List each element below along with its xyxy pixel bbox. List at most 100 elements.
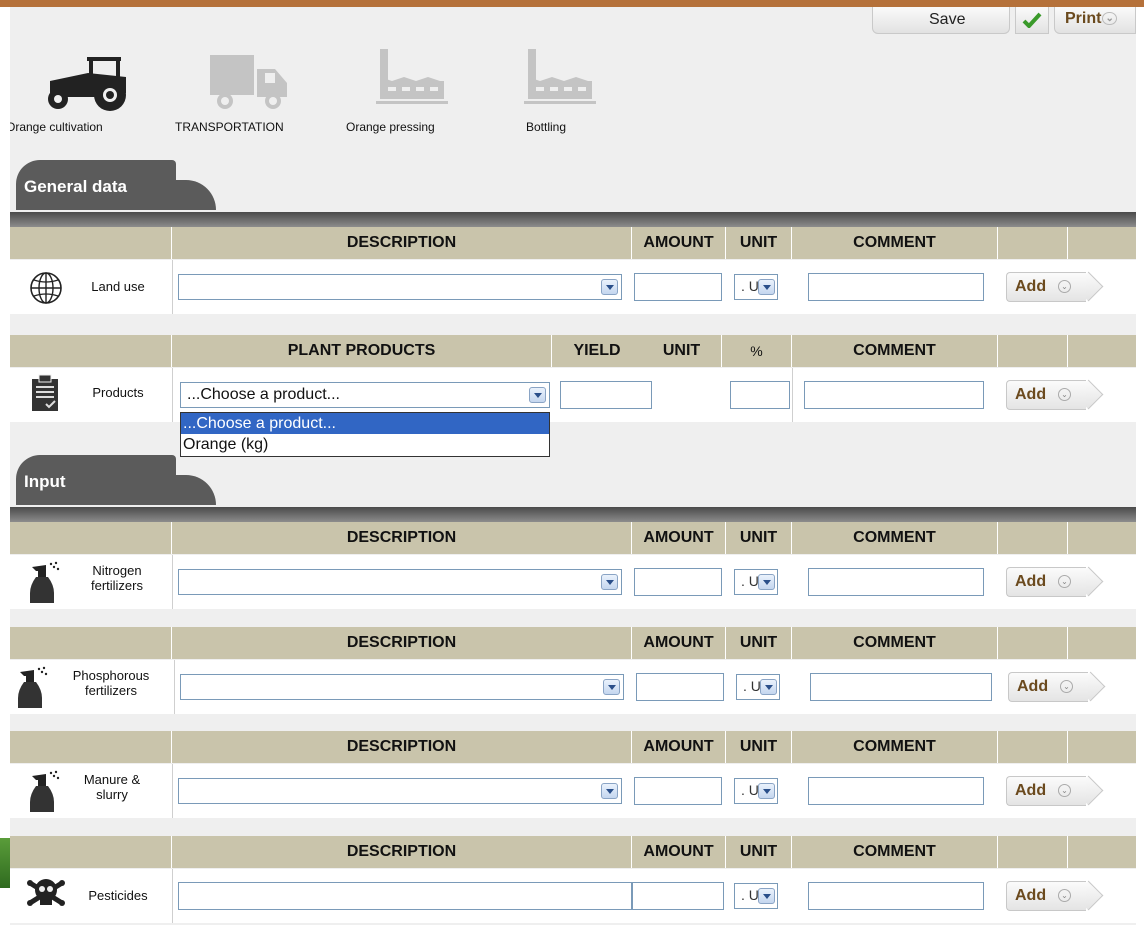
header-blank [10,335,172,367]
phosphorous-comment-input[interactable] [810,673,992,701]
unit-value: . U [741,782,759,798]
manure-description-select[interactable] [178,778,622,804]
stage-label: TRANSPORTATION [175,120,284,134]
header-comment: COMMENT [792,522,998,554]
divider [174,660,175,714]
header-amount: AMOUNT [632,227,726,259]
table-header: DESCRIPTION AMOUNT UNIT COMMENT [10,627,1136,659]
print-label: Print [1065,10,1102,27]
header-amount: AMOUNT [632,731,726,763]
nitrogen-comment-input[interactable] [808,568,984,596]
save-button[interactable]: Save [872,7,1010,34]
unit-value: . U [741,278,759,294]
pesticides-unit-select[interactable]: . U [734,883,778,909]
phosphorous-amount-input[interactable] [636,673,724,701]
dropdown-option[interactable]: Orange (kg) [181,434,549,455]
header-unit: UNIT [726,227,792,259]
chevron-down-icon [758,574,775,590]
stage-transportation[interactable]: TRANSPORTATION [175,47,345,147]
land-use-description-select[interactable] [178,274,622,300]
header-blank [1068,836,1136,868]
pesticides-description-input[interactable] [178,882,632,910]
header-blank [998,227,1068,259]
divider [172,555,173,609]
header-unit: UNIT [726,627,792,659]
table-row: Nitrogen fertilizers . U Add ⌄ [10,555,1136,609]
chevron-down-icon [758,888,775,904]
land-use-unit-select[interactable]: . U [734,274,778,300]
tab-label: General data [24,177,127,196]
land-use-amount-input[interactable] [634,273,722,301]
manure-amount-input[interactable] [634,777,722,805]
products-comment-input[interactable] [804,381,984,409]
chevron-down-icon [601,783,618,799]
stage-label: Orange cultivation [10,120,103,134]
stage-orange-pressing[interactable]: Orange pressing [346,47,486,147]
right-margin [1136,7,1144,925]
chevron-down-icon: ⌄ [1102,12,1117,25]
print-button[interactable]: Print ⌄ [1054,7,1136,34]
header-yield: YIELD [573,342,621,359]
header-comment: COMMENT [792,731,998,763]
phosphorous-add-button[interactable]: Add ⌄ [1008,671,1106,702]
table-row: Products ...Choose a product... Add ⌄ [10,368,1136,422]
tractor-icon [48,57,126,111]
header-description: DESCRIPTION [172,836,632,868]
pesticides-comment-input[interactable] [808,882,984,910]
manure-add-button[interactable]: Add ⌄ [1006,775,1104,806]
land-use-comment-input[interactable] [808,273,984,301]
confirm-check-button[interactable] [1015,7,1049,34]
form-page: Save Print ⌄ Orange cultivation TRANSPOR… [10,7,1136,925]
nitrogen-description-select[interactable] [178,569,622,595]
globe-icon [30,272,62,304]
truck-icon [210,55,287,109]
table-row: Land use . U Add ⌄ [10,260,1136,314]
stage-label: Orange pressing [346,120,435,134]
divider [172,764,173,818]
phosphorous-unit-select[interactable]: . U [736,674,780,700]
header-amount: AMOUNT [632,836,726,868]
stage-bottling[interactable]: Bottling [510,47,620,147]
chevron-down-icon [603,679,620,695]
nitrogen-amount-input[interactable] [634,568,722,596]
tab-general-data[interactable]: General data [16,160,216,210]
add-label: Add [1006,272,1086,302]
land-use-add-button[interactable]: Add ⌄ [1006,271,1104,302]
divider [172,260,173,314]
product-select[interactable]: ...Choose a product... [180,382,550,408]
label-line: fertilizers [90,578,143,593]
row-label: Products [16,374,166,416]
check-icon [1022,12,1042,28]
dropdown-option[interactable]: ...Choose a product... [181,413,549,434]
products-yield-input[interactable] [560,381,652,409]
row-label: Nitrogen fertilizers [16,561,166,603]
products-add-button[interactable]: Add ⌄ [1006,379,1104,410]
factory-icon [524,49,596,104]
tab-input[interactable]: Input [16,455,216,505]
phosphorous-description-select[interactable] [180,674,624,700]
manure-comment-input[interactable] [808,777,984,805]
table-row: Phosphorous fertilizers . U Add ⌄ [10,660,1136,714]
header-comment: COMMENT [792,836,998,868]
unit-value: . U [741,887,759,903]
stage-orange-cultivation[interactable]: Orange cultivation [10,47,170,147]
pesticides-add-button[interactable]: Add ⌄ [1006,880,1104,911]
row-label-text: Products [92,385,144,400]
header-blank [1068,522,1136,554]
row-label-text: Pesticides [88,888,148,903]
table-header: PLANT PRODUCTS YIELD UNIT % COMMENT [10,335,1136,367]
products-percent-input[interactable] [730,381,790,409]
chevron-down-icon: ⌄ [1058,575,1071,588]
nitrogen-unit-select[interactable]: . U [734,569,778,595]
header-blank [1068,731,1136,763]
row-label: Land use [16,268,166,308]
header-blank [10,227,172,259]
header-comment: COMMENT [792,335,998,367]
header-blank [998,731,1068,763]
nitrogen-add-button[interactable]: Add ⌄ [1006,566,1104,597]
table-header: DESCRIPTION AMOUNT UNIT COMMENT [10,522,1136,554]
pesticides-amount-input[interactable] [632,882,724,910]
row-label: Phosphorous fertilizers [16,666,166,708]
header-description: DESCRIPTION [172,731,632,763]
manure-unit-select[interactable]: . U [734,778,778,804]
